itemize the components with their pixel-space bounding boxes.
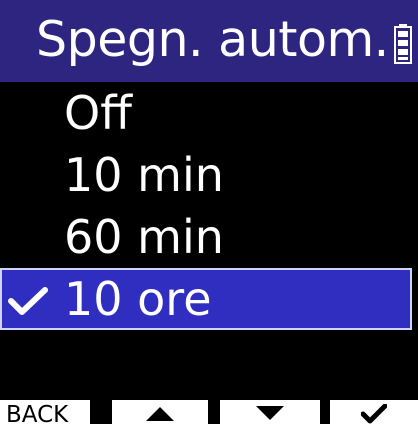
battery-icon: [394, 24, 412, 64]
enter-button[interactable]: [330, 400, 418, 424]
back-button-label: BACK: [6, 402, 69, 424]
down-button[interactable]: [220, 400, 320, 424]
softkey-bar: BACK: [0, 400, 418, 424]
checkmark-icon: [361, 404, 387, 424]
device-screen: Spegn. autom. Off 10 min 60 min 10 ore B…: [0, 0, 418, 424]
checkmark-icon: [8, 287, 48, 315]
menu-item-10-min[interactable]: 10 min: [0, 144, 418, 206]
menu-item-label: 60 min: [64, 210, 224, 264]
menu-item-10-ore[interactable]: 10 ore: [0, 268, 412, 330]
down-arrow-icon: [256, 406, 284, 420]
menu-item-60-min[interactable]: 60 min: [0, 206, 418, 268]
up-button[interactable]: [112, 400, 208, 424]
page-title: Spegn. autom.: [36, 11, 389, 68]
menu-item-label: 10 ore: [64, 272, 212, 326]
menu-item-label: Off: [64, 86, 132, 140]
back-button[interactable]: BACK: [0, 400, 90, 424]
menu-item-label: 10 min: [64, 148, 224, 202]
title-bar: Spegn. autom.: [0, 0, 418, 82]
menu-item-off[interactable]: Off: [0, 82, 418, 144]
up-arrow-icon: [146, 407, 174, 421]
